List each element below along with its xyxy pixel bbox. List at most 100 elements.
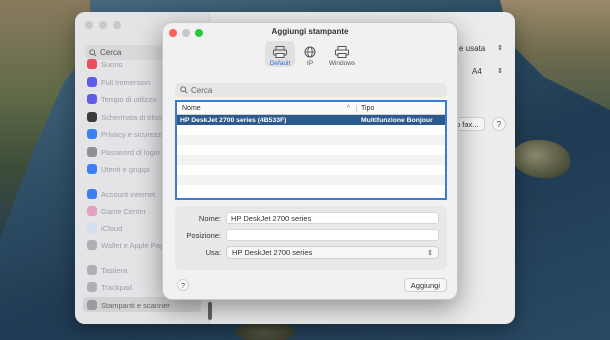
speaker-icon (87, 59, 97, 69)
tab-label: Windows (328, 60, 356, 67)
key-icon (87, 147, 97, 157)
wallpaper-cliff-right (500, 0, 610, 110)
printer-details-form: Nome: HP DeskJet 2700 series Posizione: … (175, 206, 447, 270)
driver-select-value: HP DeskJet 2700 series (232, 248, 313, 257)
sidebar-item-label: Stampanti e scanner (101, 300, 170, 310)
add-printer-dialog: Aggiungi stampante Default IP Windows Ce… (162, 22, 458, 300)
name-label: Nome: (198, 214, 221, 223)
printer-name-value: HP DeskJet 2700 series (231, 213, 312, 223)
sidebar-item-label: Tastiera (101, 265, 128, 275)
fax-button-label: o fax... (456, 119, 479, 129)
sidebar-item-label: Suono (101, 59, 123, 69)
column-header-tipo[interactable]: Tipo (357, 105, 374, 112)
tab-label: IP (306, 60, 314, 67)
sidebar-item-suono[interactable]: Suono (87, 57, 123, 71)
dialog-title: Aggiungi stampante (271, 27, 349, 36)
sidebar-item-label: iCloud (101, 223, 123, 233)
settings-help-button[interactable]: ? (492, 117, 506, 131)
dialog-toolbar: Default IP Windows (163, 41, 457, 69)
chevron-updown-icon[interactable]: ⇕ (497, 44, 503, 52)
sidebar-item-schermata-di-blocco[interactable]: Schermata di blocco (87, 110, 169, 124)
settings-minimize-button[interactable] (99, 21, 107, 29)
globe-icon (304, 46, 316, 58)
users-icon (87, 164, 97, 174)
sort-ascending-icon: ^ (346, 104, 350, 112)
printer-type-cell: Multifunzione Bonjour (361, 116, 433, 124)
sidebar-item-password-di-login[interactable]: Password di login (87, 145, 160, 159)
sidebar-item-label: Wallet e Apple Pay (101, 240, 164, 250)
column-header-nome[interactable]: Nome ^ (177, 104, 357, 112)
at-icon (87, 189, 97, 199)
settings-close-button[interactable] (85, 21, 93, 29)
sidebar-item-label: Account internet (101, 189, 156, 199)
game-center-icon (87, 206, 97, 216)
use-label: Usa: (205, 248, 221, 257)
sidebar-item-label: Utenti e gruppi (101, 164, 150, 174)
column-header-label: Tipo (361, 104, 375, 112)
cloud-icon (87, 223, 97, 233)
sidebar-item-stampanti-e-scanner[interactable]: Stampanti e scanner (87, 298, 170, 312)
sidebar-item-trackpad[interactable]: Trackpad (87, 280, 132, 294)
printer-location-field[interactable] (226, 229, 439, 241)
printer-search-input[interactable] (191, 85, 431, 95)
search-icon (89, 48, 97, 57)
add-button-label: Aggiungi (410, 280, 440, 290)
sidebar-item-tempo-di-utilizzo[interactable]: Tempo di utilizzo (87, 92, 156, 106)
help-label: ? (180, 280, 186, 290)
sidebar-item-game-center[interactable]: Game Center (87, 204, 146, 218)
tab-windows[interactable]: Windows (327, 41, 357, 67)
settings-window-controls (85, 21, 121, 29)
location-label: Posizione: (186, 231, 221, 240)
sidebar-item-label: Schermata di blocco (101, 112, 169, 122)
driver-select[interactable]: HP DeskJet 2700 series ⇕ (226, 246, 439, 259)
printer-default-icon (273, 46, 287, 58)
table-row-empty (177, 135, 445, 145)
chevron-updown-icon[interactable]: ⇕ (497, 67, 503, 75)
tab-default[interactable]: Default (265, 41, 295, 67)
keyboard-icon (87, 265, 97, 275)
sidebar-item-account-internet[interactable]: Account internet (87, 187, 155, 201)
printer-name-cell: HP DeskJet 2700 series (4B533F) (180, 116, 287, 124)
add-button[interactable]: Aggiungi (403, 278, 447, 292)
printer-name-field[interactable]: HP DeskJet 2700 series (226, 212, 439, 224)
sidebar-item-privacy-e-sicurezza[interactable]: Privacy e sicurezza (87, 127, 166, 141)
sidebar-scrollbar[interactable] (208, 302, 212, 320)
printer-search-field[interactable] (175, 83, 447, 97)
dialog-help-button[interactable]: ? (177, 279, 189, 291)
printer-rows: HP DeskJet 2700 series (4B533F) Multifun… (177, 115, 445, 195)
hourglass-icon (87, 94, 97, 104)
help-label: ? (496, 119, 502, 129)
sidebar-item-full-immersion[interactable]: Full Immersion (87, 75, 150, 89)
wallet-icon (87, 240, 97, 250)
sidebar-item-utenti-e-gruppi[interactable]: Utenti e gruppi (87, 162, 150, 176)
default-printer-label: e usata (459, 44, 486, 53)
tab-ip[interactable]: IP (302, 41, 318, 67)
table-row-empty (177, 175, 445, 185)
tab-label: Default (269, 60, 291, 67)
windows-printer-icon (335, 46, 349, 58)
table-row-empty (177, 155, 445, 165)
column-header-label: Nome (182, 104, 201, 112)
sidebar-item-label: Trackpad (101, 282, 132, 292)
printer-list[interactable]: Nome ^ Tipo HP DeskJet 2700 series (4B53… (175, 100, 447, 200)
sidebar-item-tastiera[interactable]: Tastiera (87, 263, 127, 277)
paper-size-value[interactable]: A4 (472, 67, 482, 76)
chevron-updown-icon: ⇕ (427, 249, 433, 257)
table-row-empty (177, 145, 445, 155)
table-row-empty (177, 185, 445, 195)
wallpaper-rock-bottom (235, 322, 295, 340)
settings-search-placeholder: Cerca (100, 48, 122, 57)
printer-icon (87, 300, 97, 310)
moon-icon (87, 77, 97, 87)
sidebar-item-label: Password di login (101, 147, 160, 157)
printer-list-header: Nome ^ Tipo (177, 102, 445, 115)
sidebar-item-icloud[interactable]: iCloud (87, 221, 122, 235)
hand-icon (87, 129, 97, 139)
sidebar-item-label: Full Immersion (101, 77, 151, 87)
lock-screen-icon (87, 112, 97, 122)
settings-zoom-button[interactable] (113, 21, 121, 29)
trackpad-icon (87, 282, 97, 292)
table-row-empty (177, 125, 445, 135)
table-row[interactable]: HP DeskJet 2700 series (4B533F) Multifun… (177, 115, 445, 125)
sidebar-item-wallet-e-apple-pay[interactable]: Wallet e Apple Pay (87, 238, 164, 252)
